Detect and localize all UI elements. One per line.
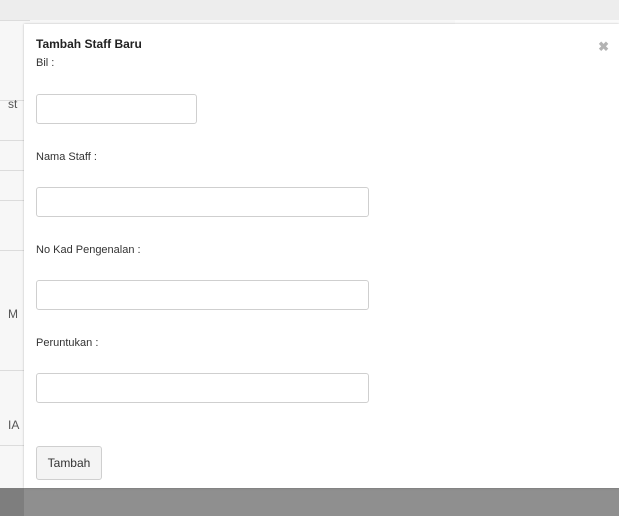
background-text-fragment: st: [8, 97, 18, 111]
peruntukan-label: Peruntukan :: [36, 337, 99, 349]
background-row-divider: [0, 20, 30, 21]
nama-staff-input[interactable]: [36, 187, 369, 217]
modal-title: Tambah Staff Baru: [36, 37, 142, 51]
nama-staff-label: Nama Staff :: [36, 151, 97, 163]
background-text-fragment: IA: [8, 418, 20, 432]
bil-input[interactable]: [36, 94, 197, 124]
bottom-bar: [0, 488, 619, 516]
peruntukan-input[interactable]: [36, 373, 369, 403]
close-icon[interactable]: ✖: [598, 40, 609, 53]
no-kad-label: No Kad Pengenalan :: [36, 244, 141, 256]
bottom-bar-left: [0, 488, 24, 516]
background-text-fragment: M: [8, 307, 18, 321]
add-staff-modal: Tambah Staff Baru ✖ Bil : Nama Staff : N…: [24, 24, 619, 488]
tambah-button[interactable]: Tambah: [36, 446, 102, 480]
no-kad-input[interactable]: [36, 280, 369, 310]
bil-label: Bil :: [36, 57, 55, 69]
